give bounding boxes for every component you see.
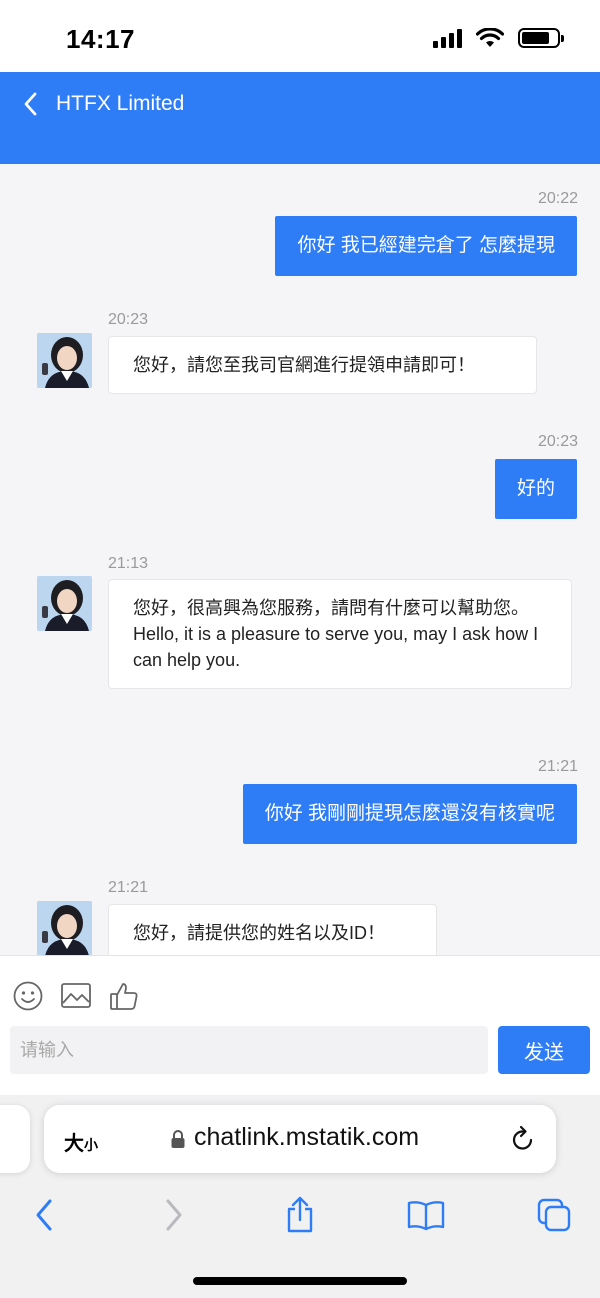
send-button[interactable]: 发送 — [498, 1026, 590, 1074]
share-icon — [287, 1196, 313, 1233]
browser-toolbar: 大小 chatlink.mstatik.com — [0, 1095, 600, 1298]
tabs-button[interactable] — [534, 1195, 574, 1235]
thumbs-up-icon[interactable] — [108, 980, 140, 1012]
bookmarks-button[interactable] — [406, 1195, 446, 1235]
composer-toolbar — [12, 980, 140, 1012]
incoming-message-bubble[interactable]: 您好，請提供您的姓名以及ID！ — [108, 904, 437, 955]
cellular-signal-icon — [433, 28, 462, 48]
message-composer: 发送 — [0, 955, 600, 1095]
browser-back-button[interactable] — [24, 1195, 64, 1235]
home-indicator — [193, 1277, 407, 1285]
status-bar: 14:17 — [0, 0, 600, 72]
book-icon — [407, 1201, 445, 1231]
wifi-icon — [476, 28, 504, 47]
chat-messages[interactable]: 20:22 你好 我已經建完倉了 怎麼提現 20:23 您好，請您至我司官網進行… — [0, 164, 600, 955]
text-size-small: 小 — [84, 1137, 98, 1153]
tabs-icon — [537, 1198, 571, 1232]
address-bar[interactable]: 大小 chatlink.mstatik.com — [44, 1105, 556, 1173]
share-button[interactable] — [280, 1195, 320, 1235]
text-size-big: 大 — [64, 1133, 84, 1155]
chat-title: HTFX Limited — [56, 92, 185, 115]
status-time: 14:17 — [66, 24, 135, 54]
chevron-right-icon — [166, 1199, 182, 1231]
agent-avatar — [37, 576, 92, 631]
status-icons — [433, 28, 564, 48]
image-upload-icon[interactable] — [60, 981, 92, 1011]
previous-tab-preview[interactable] — [0, 1105, 30, 1173]
browser-forward-button[interactable] — [154, 1195, 194, 1235]
reload-icon[interactable] — [510, 1125, 536, 1153]
browser-nav-row — [0, 1195, 600, 1239]
outgoing-message-bubble[interactable]: 好的 — [494, 459, 577, 519]
message-timestamp: 20:23 — [537, 433, 578, 450]
message-timestamp: 21:13 — [108, 555, 149, 572]
back-chevron-icon[interactable] — [18, 90, 46, 118]
chat-header: HTFX Limited — [0, 72, 600, 164]
incoming-message-bubble[interactable]: 您好，請您至我司官網進行提領申請即可！ — [108, 336, 537, 394]
incoming-message-bubble[interactable]: 您好，很高興為您服務，請問有什麼可以幫助您。 Hello, it is a pl… — [108, 579, 572, 689]
agent-avatar — [37, 901, 92, 955]
url-text: chatlink.mstatik.com — [194, 1123, 420, 1151]
agent-avatar — [37, 333, 92, 388]
lock-icon — [171, 1130, 185, 1148]
outgoing-message-bubble[interactable]: 你好 我剛剛提現怎麼還沒有核實呢 — [242, 784, 577, 844]
message-input[interactable] — [10, 1026, 488, 1074]
battery-icon — [518, 28, 564, 48]
text-size-button[interactable]: 大小 — [64, 1127, 98, 1156]
chevron-left-icon — [36, 1199, 52, 1231]
message-timestamp: 20:22 — [537, 190, 578, 207]
message-timestamp: 21:21 — [537, 758, 578, 775]
outgoing-message-bubble[interactable]: 你好 我已經建完倉了 怎麼提現 — [275, 216, 577, 276]
emoji-icon[interactable] — [12, 980, 44, 1012]
message-timestamp: 20:23 — [108, 311, 149, 328]
message-timestamp: 21:21 — [108, 879, 149, 896]
